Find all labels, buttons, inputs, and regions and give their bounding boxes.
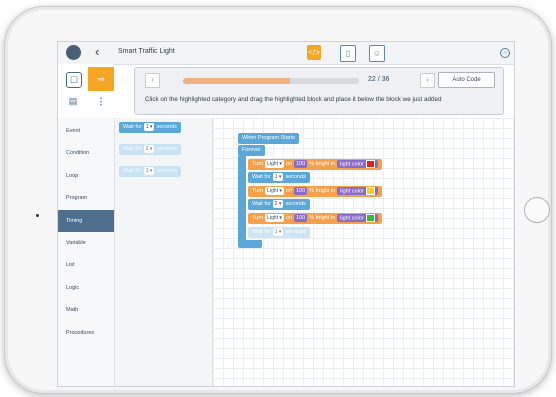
category-condition[interactable]: Condition [58, 142, 114, 164]
color-field[interactable]: light color [337, 213, 378, 222]
red-swatch [365, 159, 375, 168]
percent-label: % [309, 188, 315, 194]
forever-loop-end [238, 240, 262, 248]
wait-prefix: Wait for [123, 168, 142, 174]
wait-block[interactable]: Wait for 2 ▾ seconds [248, 199, 310, 210]
turn-light-block[interactable]: Turn Light ▾ on 100% bright in light color [248, 213, 382, 224]
wait-suffix: seconds [285, 201, 306, 207]
wait-value[interactable]: 2 ▾ [143, 145, 155, 153]
brightness-label: bright in [315, 161, 336, 167]
category-program[interactable]: Program [58, 187, 114, 209]
color-field[interactable]: light color [337, 159, 378, 168]
wait-prefix: Wait for [252, 201, 271, 207]
brightness-label: bright in [315, 215, 336, 221]
simulator-icon[interactable]: ☺ [369, 45, 385, 62]
tutorial-hint-panel: ‹ 22 / 36 › Auto Code Click on the highl… [134, 67, 504, 115]
camera [36, 214, 39, 217]
turn-light-block[interactable]: Turn Light ▾ on 100% bright in light color [248, 159, 382, 170]
category-math[interactable]: Math [58, 299, 114, 321]
top-bar: ‹ Smart Traffic Light </> ▯ ☺ ○ [58, 42, 514, 65]
category-event[interactable]: Event [58, 120, 114, 142]
forever-block[interactable]: Forever [238, 145, 265, 156]
forever-loop-body [238, 156, 246, 244]
previous-step-icon[interactable]: ‹ [145, 73, 160, 88]
more-icon[interactable]: ⋮ [94, 94, 108, 108]
light-dropdown[interactable]: Light ▾ [265, 187, 284, 195]
brightness-value[interactable]: 100 [293, 187, 308, 195]
percent-label: % [309, 161, 315, 167]
back-icon[interactable]: ‹ [95, 44, 99, 59]
device-icon[interactable]: ▯ [340, 45, 356, 62]
category-timing[interactable]: Timing [58, 209, 114, 232]
category-logic[interactable]: Logic [58, 277, 114, 299]
category-procedures[interactable]: Procedures [58, 322, 114, 344]
blocks-icon[interactable]: ☐ [66, 72, 82, 88]
color-label: light color [340, 161, 364, 167]
progress-fill [183, 78, 291, 84]
ghost-wait-block: Wait for 1 ▾ seconds [248, 227, 310, 238]
percent-label: % [309, 215, 315, 221]
color-label: light color [340, 215, 364, 221]
light-dropdown[interactable]: Light ▾ [265, 214, 284, 222]
turn-label: Turn [252, 215, 264, 221]
light-dropdown[interactable]: Light ▾ [265, 160, 284, 168]
app-logo[interactable] [66, 45, 81, 60]
wait-value[interactable]: 1 ▾ [143, 123, 155, 131]
category-list[interactable]: List [58, 254, 114, 276]
wait-value[interactable]: 1 ▾ [272, 173, 284, 181]
flyout-block[interactable]: Wait for 2 ▾ seconds [119, 144, 181, 155]
when-program-starts-block[interactable]: When Program Starts [238, 133, 299, 144]
code-view-icon[interactable]: </> [307, 45, 321, 60]
progress-text: 22 / 36 [368, 76, 390, 83]
wait-value: 1 ▾ [272, 228, 284, 236]
block-flyout: Wait for 1 ▾ seconds Wait for 2 ▾ seconds Wa… [115, 118, 213, 386]
tutorial-progress-bar [183, 78, 359, 84]
brightness-value[interactable]: 100 [293, 160, 308, 168]
wait-suffix: seconds [285, 229, 306, 235]
on-label: on [285, 161, 292, 167]
flyout-block[interactable]: Wait for 1 ▾ seconds [119, 122, 181, 133]
next-step-icon[interactable]: › [420, 73, 435, 88]
device-list-icon[interactable]: ▤ [66, 94, 80, 108]
wait-value[interactable]: 1 ▾ [143, 167, 155, 175]
hint-text: Click on the highlighted category and dr… [145, 96, 442, 103]
wait-suffix: seconds [285, 174, 306, 180]
flyout-block[interactable]: Wait for 1 ▾ seconds [119, 166, 181, 177]
wait-value[interactable]: 2 ▾ [272, 200, 284, 208]
auto-code-button[interactable]: Auto Code [438, 72, 495, 88]
turn-label: Turn [252, 161, 264, 167]
green-swatch [365, 213, 375, 222]
wait-suffix: seconds [156, 146, 177, 152]
on-label: on [285, 188, 292, 194]
wait-block[interactable]: Wait for 1 ▾ seconds [248, 172, 310, 183]
wait-prefix: Wait for [123, 124, 142, 130]
turn-label: Turn [252, 188, 264, 194]
wait-suffix: seconds [156, 124, 177, 130]
color-field[interactable]: light color [337, 186, 378, 195]
on-label: on [285, 215, 292, 221]
category-loop[interactable]: Loop [58, 165, 114, 187]
yellow-swatch [365, 186, 375, 195]
project-title: Smart Traffic Light [118, 48, 175, 55]
wait-prefix: Wait for [252, 229, 271, 235]
category-list: Event Condition Loop Program Timing Variable L… [58, 118, 115, 386]
turn-light-block[interactable]: Turn Light ▾ on 100% bright in light color [248, 186, 382, 197]
brightness-value[interactable]: 100 [293, 214, 308, 222]
brightness-label: bright in [315, 188, 336, 194]
run-icon[interactable]: ⇒ [88, 67, 114, 91]
tablet-frame: ‹ Smart Traffic Light </> ▯ ☺ ○ ☐ ⇒ ▤ ⋮ … [4, 6, 552, 394]
app-screen: ‹ Smart Traffic Light </> ▯ ☺ ○ ☐ ⇒ ▤ ⋮ … [57, 41, 515, 387]
color-label: light color [340, 188, 364, 194]
menu-icon[interactable]: ○ [500, 48, 510, 58]
wait-suffix: seconds [156, 168, 177, 174]
wait-prefix: Wait for [252, 174, 271, 180]
wait-prefix: Wait for [123, 146, 142, 152]
left-tools: ☐ ⇒ ▤ ⋮ [58, 64, 114, 118]
category-variable[interactable]: Variable [58, 232, 114, 254]
home-button[interactable] [524, 197, 550, 223]
